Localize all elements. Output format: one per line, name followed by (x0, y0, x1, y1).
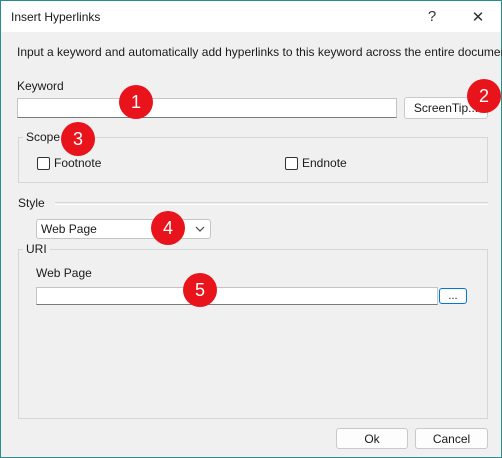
description-text: Input a keyword and automatically add hy… (17, 45, 502, 59)
browse-button[interactable]: ... (439, 288, 467, 304)
annotation-badge-4: 4 (151, 211, 185, 245)
help-button[interactable]: ? (409, 1, 455, 32)
chevron-down-icon (195, 226, 205, 232)
annotation-badge-1: 1 (119, 85, 153, 119)
dialog-title: Insert Hyperlinks (11, 10, 101, 24)
annotation-badge-3: 3 (61, 122, 95, 156)
style-divider (55, 202, 488, 205)
annotation-badge-5: 5 (183, 273, 217, 307)
footnote-checkbox-box[interactable] (37, 156, 50, 170)
cancel-button[interactable]: Cancel (415, 428, 488, 449)
keyword-label: Keyword (17, 79, 64, 93)
uri-title: URI (23, 242, 50, 256)
close-button[interactable]: ✕ (455, 1, 501, 32)
footnote-label: Footnote (54, 156, 102, 170)
web-page-input[interactable] (36, 287, 438, 305)
keyword-input[interactable] (17, 98, 397, 118)
ok-button[interactable]: Ok (336, 428, 408, 449)
style-selected-value: Web Page (41, 222, 97, 236)
endnote-label: Endnote (302, 156, 347, 170)
endnote-checkbox[interactable]: Endnote (285, 156, 347, 170)
title-bar: Insert Hyperlinks ? ✕ (1, 1, 501, 32)
web-page-label: Web Page (36, 266, 92, 280)
annotation-badge-2: 2 (467, 79, 501, 113)
endnote-checkbox-box[interactable] (285, 156, 298, 170)
close-icon: ✕ (471, 8, 485, 26)
scope-title: Scope (23, 130, 64, 144)
style-title: Style (18, 196, 45, 210)
help-icon: ? (427, 8, 437, 25)
footnote-checkbox[interactable]: Footnote (37, 156, 101, 170)
insert-hyperlinks-dialog: Insert Hyperlinks ? ✕ Input a keyword an… (0, 0, 502, 458)
